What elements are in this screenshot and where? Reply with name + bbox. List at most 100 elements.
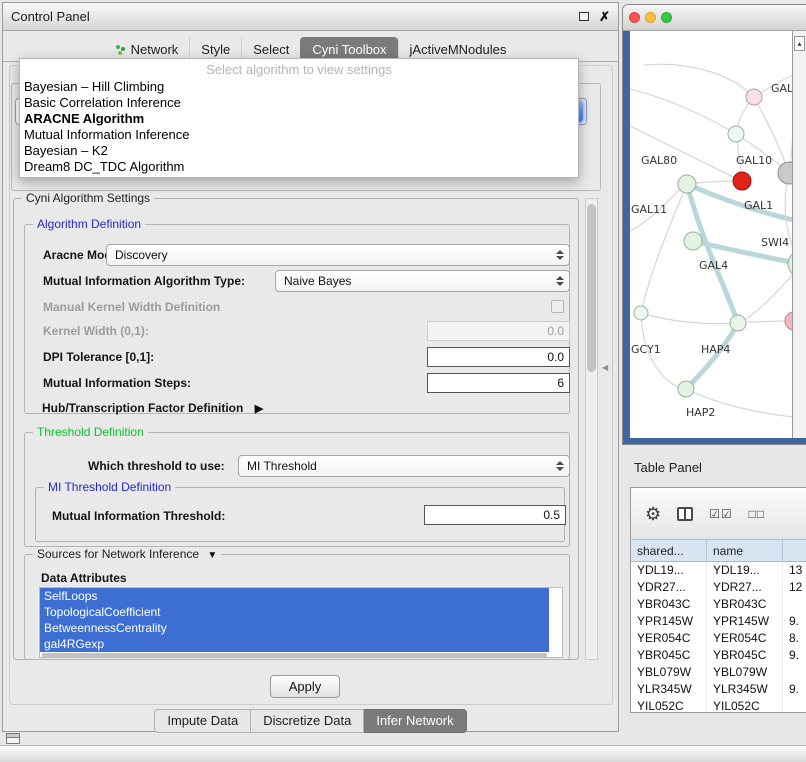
sources-title[interactable]: Sources for Network Inference ▼ [33,547,221,561]
table-row[interactable]: YBL079WYBL079W [631,664,806,681]
panel-collapse-arrow-icon[interactable]: ◀ [602,363,608,372]
manual-kernel-width-checkbox[interactable] [551,300,564,313]
zoom-traffic-light-icon[interactable] [661,12,672,23]
network-node[interactable] [678,381,694,397]
scroll-up-button[interactable]: ▴ [794,36,805,51]
mi-algorithm-type-label: Mutual Information Algorithm Type: [43,270,245,292]
table-row[interactable]: YDL19...YDL19...13 [631,562,806,579]
desktop: { "icons": { "close": "✗", "gear": "⚙", … [0,0,806,762]
algorithm-option[interactable]: Mutual Information Inference [20,127,578,143]
control-panel-titlebar[interactable]: Control Panel ✗ [3,3,618,31]
algorithm-option[interactable]: Dream8 DC_TDC Algorithm [20,159,578,175]
node-label: GAL1 [744,199,773,212]
network-edge[interactable] [696,181,733,183]
table-panel-window: ⚙ ☑☑ □□ shared...name YDL19...YDL19...13… [630,487,806,713]
attribute-item[interactable]: SelfLoops [40,588,549,604]
algorithm-option[interactable]: Basic Correlation Inference [20,95,578,111]
float-window-icon[interactable] [579,12,589,21]
network-node[interactable] [684,232,702,250]
network-edge[interactable] [746,321,785,322]
mi-steps-field[interactable] [427,373,570,393]
settings-scrollbar[interactable] [585,198,598,660]
mi-threshold-definition-group: MI Threshold Definition Mutual Informati… [35,487,565,542]
collapsed-arrow-icon[interactable]: ▶ [255,403,263,415]
minimize-traffic-light-icon[interactable] [645,12,656,23]
close-icon[interactable]: ✗ [599,10,610,23]
network-node[interactable] [678,175,696,193]
apply-button[interactable]: Apply [270,675,340,698]
bottom-tabs: Impute DataDiscretize DataInfer Network [3,709,618,733]
network-node[interactable] [733,172,751,190]
spinner-arrows-icon [555,276,564,286]
algorithm-option[interactable]: Bayesian – K2 [20,143,578,159]
bottom-tab-impute-data[interactable]: Impute Data [154,709,251,733]
column-header[interactable] [783,540,806,561]
table-cell: YBR043C [707,596,783,613]
algorithm-option[interactable]: ARACNE Algorithm [20,111,578,127]
which-threshold-select[interactable]: MI Threshold [238,455,570,477]
aracne-mode-select[interactable]: Discovery [106,244,570,266]
column-header[interactable]: shared... [631,540,707,561]
sources-title-text: Sources for Network Inference [37,547,199,561]
network-node[interactable] [728,126,744,142]
mi-threshold-label: Mutual Information Threshold: [52,505,225,527]
network-window-titlebar[interactable] [623,5,806,31]
node-label: HAP2 [686,406,715,419]
cyni-algorithm-settings-title: Cyni Algorithm Settings [22,191,154,205]
deselect-all-checkboxes-icon[interactable]: □□ [749,508,766,520]
list-hscroll-thumb[interactable] [42,653,547,658]
table-row[interactable]: YDR27...YDR27...12 [631,579,806,596]
table-row[interactable]: YBR043CYBR043C [631,596,806,613]
attribute-item[interactable]: gal4RGexp [40,636,549,652]
tab-label: Select [253,42,289,57]
network-node[interactable] [746,89,762,105]
attribute-item[interactable]: BetweennessCentrality [40,620,549,636]
bottom-tab-discretize-data[interactable]: Discretize Data [251,709,364,733]
table-cell: YIL052C [707,698,783,713]
network-window: GAL8GAL80GAL10GAL11GAL1SWI4GAL4GCY1HAP4H… [622,4,806,445]
columns-icon[interactable] [677,507,693,521]
network-edge[interactable] [687,184,738,323]
table-cell: YBR043C [631,596,707,613]
table-cell: YBR045C [631,647,707,664]
node-label: HAP4 [701,343,730,356]
table-cell: YBR045C [707,647,783,664]
network-edge[interactable] [630,89,736,134]
network-tab-icon [115,44,126,55]
mi-algorithm-type-select[interactable]: Naive Bayes [275,270,570,292]
network-edge[interactable] [641,313,738,324]
network-scrollbar[interactable]: ▴ [792,31,806,438]
table-cell: YDR27... [707,579,783,596]
mi-threshold-field[interactable] [424,505,566,525]
network-node[interactable] [730,315,746,331]
minimized-window-icon[interactable] [6,733,20,744]
kernel-width-field[interactable] [427,321,570,341]
table-row[interactable]: YIL052CYIL052C [631,698,806,713]
gear-icon[interactable]: ⚙ [645,505,661,523]
node-label: GCY1 [631,343,661,356]
node-label: SWI4 [761,236,789,249]
table-row[interactable]: YLR345WYLR345W9. [631,681,806,698]
table-row[interactable]: YBR045CYBR045C9. [631,647,806,664]
table-row[interactable]: YPR145WYPR145W9. [631,613,806,630]
mi-steps-label: Mutual Information Steps: [43,372,191,394]
select-all-checkboxes-icon[interactable]: ☑☑ [709,508,733,520]
network-edge[interactable] [644,64,754,97]
table-cell: 13 [783,562,806,579]
network-canvas[interactable]: GAL8GAL80GAL10GAL11GAL1SWI4GAL4GCY1HAP4H… [630,31,793,438]
attribute-item[interactable]: TopologicalCoefficient [40,604,549,620]
network-edge[interactable] [746,264,793,319]
bottom-tab-infer-network[interactable]: Infer Network [364,709,466,733]
data-attributes-list[interactable]: SelfLoopsTopologicalCoefficientBetweenne… [39,587,563,658]
close-traffic-light-icon[interactable] [629,12,640,23]
scrollbar-thumb[interactable] [587,204,596,372]
table-row[interactable]: YER054CYER054C8. [631,630,806,647]
algorithm-option[interactable]: Bayesian – Hill Climbing [20,79,578,95]
network-node[interactable] [634,306,648,320]
table-cell: YBL079W [631,664,707,681]
table-cell: YLR345W [707,681,783,698]
column-header[interactable]: name [707,540,783,561]
network-edge[interactable] [686,323,738,389]
dpi-tolerance-field[interactable] [427,347,570,367]
hub-definition-section[interactable]: Hub/Transcription Factor Definition ▶ [42,401,263,415]
